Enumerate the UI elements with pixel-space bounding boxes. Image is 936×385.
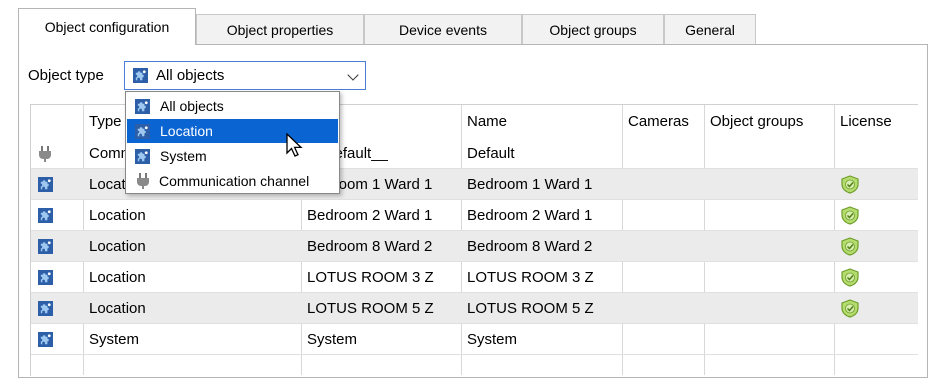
- puzzle-icon: [135, 124, 150, 139]
- row-name: Bedroom 8 Ward 2: [467, 238, 593, 255]
- row-name: System: [467, 331, 518, 348]
- option-label: System: [160, 148, 207, 164]
- table-row[interactable]: Location LOTUS ROOM 5 Z LOTUS ROOM 5 Z: [31, 293, 918, 324]
- table-row[interactable]: Location Bedroom 8 Ward 2 Bedroom 8 Ward…: [31, 231, 918, 262]
- object-type-label: Object type: [28, 67, 104, 84]
- dropdown-option-system[interactable]: System: [127, 144, 338, 168]
- table-row[interactable]: Location Bedroom 2 Ward 1 Bedroom 2 Ward…: [31, 200, 918, 231]
- plug-icon: [39, 146, 51, 162]
- tab-object-groups[interactable]: Object groups: [522, 14, 664, 44]
- row-type: Location: [89, 207, 146, 224]
- puzzle-icon: [133, 68, 148, 83]
- tab-object-properties[interactable]: Object properties: [196, 14, 364, 44]
- row-name: LOTUS ROOM 3 Z: [467, 269, 594, 286]
- plug-icon: [137, 173, 149, 189]
- puzzle-icon: [135, 149, 150, 164]
- license-shield-icon: [841, 299, 859, 318]
- license-shield-icon: [841, 268, 859, 287]
- object-type-dropdown-list: All objects Location System Communicatio…: [125, 91, 340, 194]
- row-id: System: [307, 331, 358, 348]
- tab-label: Object properties: [226, 21, 334, 38]
- tab-device-events[interactable]: Device events: [364, 14, 522, 44]
- column-header-license[interactable]: License: [834, 105, 918, 138]
- row-id: Bedroom 8 Ward 2: [307, 238, 433, 255]
- row-name: LOTUS ROOM 5 Z: [467, 300, 594, 317]
- license-shield-icon: [841, 175, 859, 194]
- option-label: Communication channel: [159, 173, 310, 189]
- row-type: Location: [89, 300, 146, 317]
- chevron-down-icon[interactable]: [347, 69, 359, 81]
- option-label: Location: [160, 123, 213, 139]
- column-header-name[interactable]: Name: [461, 105, 622, 138]
- puzzle-icon: [135, 99, 150, 114]
- row-id: LOTUS ROOM 3 Z: [307, 269, 434, 286]
- tab-general[interactable]: General: [664, 14, 756, 44]
- dropdown-option-all-objects[interactable]: All objects: [127, 94, 338, 118]
- puzzle-icon: [38, 301, 53, 316]
- license-shield-icon: [841, 206, 859, 225]
- tab-label: Device events: [399, 21, 487, 38]
- puzzle-icon: [38, 208, 53, 223]
- puzzle-icon: [38, 239, 53, 254]
- table-row[interactable]: Location LOTUS ROOM 3 Z LOTUS ROOM 3 Z: [31, 262, 918, 293]
- tab-label: Object configuration: [44, 19, 170, 35]
- tab-label: Object groups: [549, 21, 637, 38]
- puzzle-icon: [38, 332, 53, 347]
- tab-object-configuration[interactable]: Object configuration: [18, 8, 196, 45]
- column-header-object-groups[interactable]: Object groups: [704, 105, 834, 138]
- row-name: Bedroom 2 Ward 1: [467, 207, 593, 224]
- table-row[interactable]: System System System: [31, 324, 918, 355]
- row-type: System: [89, 331, 140, 348]
- license-shield-icon: [841, 237, 859, 256]
- tab-label: General: [685, 21, 735, 38]
- row-id: LOTUS ROOM 5 Z: [307, 300, 434, 317]
- option-label: All objects: [160, 98, 224, 114]
- puzzle-icon: [38, 177, 53, 192]
- puzzle-icon: [38, 270, 53, 285]
- mouse-pointer-icon: [286, 133, 303, 157]
- row-name: Bedroom 1 Ward 1: [467, 176, 593, 193]
- dropdown-option-communication-channel[interactable]: Communication channel: [127, 169, 338, 193]
- column-header-cameras[interactable]: Cameras: [622, 105, 704, 138]
- object-type-value: All objects: [156, 67, 225, 84]
- dropdown-option-location[interactable]: Location: [127, 119, 338, 143]
- row-name: Default: [467, 145, 515, 162]
- object-type-select[interactable]: All objects: [124, 61, 366, 90]
- row-type: Location: [89, 238, 146, 255]
- row-id: Bedroom 2 Ward 1: [307, 207, 433, 224]
- row-type: Location: [89, 269, 146, 286]
